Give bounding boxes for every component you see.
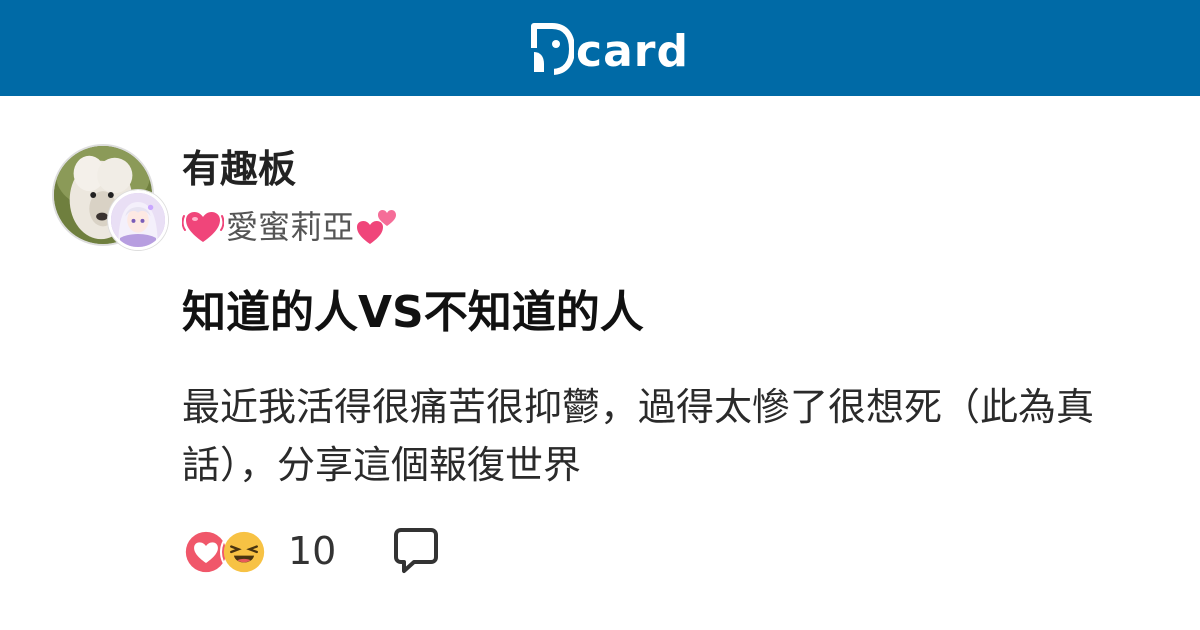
author-row[interactable]: 愛蜜莉亞 — [182, 204, 398, 250]
haha-reaction-icon — [220, 528, 268, 576]
author-name: 愛蜜莉亞 — [226, 208, 355, 246]
post-title[interactable]: 知道的人VS不知道的人 — [182, 285, 644, 341]
dcard-logo-icon — [530, 23, 574, 76]
user-avatar[interactable] — [108, 190, 168, 250]
reactions-group[interactable] — [182, 526, 272, 576]
header-bar: card — [0, 0, 1200, 96]
logo-text: card — [576, 26, 689, 77]
dcard-logo[interactable]: card — [530, 21, 689, 77]
reaction-count: 10 — [288, 529, 337, 573]
two-hearts-icon — [357, 210, 397, 244]
post-actions: 10 — [182, 524, 442, 578]
beating-heart-icon — [182, 212, 224, 242]
comment-icon[interactable] — [390, 525, 442, 577]
board-name[interactable]: 有趣板 — [182, 146, 296, 192]
anime-character-image — [111, 193, 165, 247]
post-excerpt[interactable]: 最近我活得很痛苦很抑鬱，過得太慘了很想死（此為真話），分享這個報復世界 — [182, 378, 1102, 494]
